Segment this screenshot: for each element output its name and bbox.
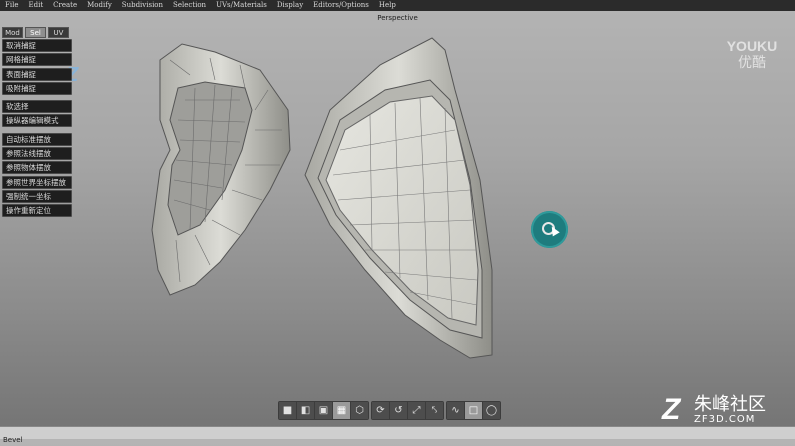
zf-logo-en: ZF3D.COM [694,414,756,425]
zf-logo-cn: 朱峰社区 [694,394,766,415]
reposition-button[interactable]: 操作重新定位 [2,204,72,218]
snap-off-button[interactable]: 取消捕捉 [2,39,72,52]
status-text: Bevel [3,436,23,444]
axis-move-icon[interactable]: ⟳ [372,402,389,419]
grid-snap-button[interactable]: 网格捕捉 [2,53,72,67]
axis-scale-icon[interactable]: ⤢ [408,402,425,419]
viewport-scene[interactable] [0,0,795,438]
magnet-snap-button[interactable]: 吸附捕捉 [2,81,72,95]
cube-highlight-icon[interactable]: ▦ [333,402,350,419]
view-mode-group: ■ ◧ ▣ ▦ ⬡ [278,401,369,420]
tool-panel: Mod Sel UV 取消捕捉 网格捕捉 表面捕捉 吸附捕捉 软选择 操纵器编辑… [2,27,72,219]
axis-universal-icon[interactable]: ⤣ [426,402,443,419]
cube-shaded-icon[interactable]: ▣ [315,402,332,419]
status-bar: Bevel [0,426,795,444]
zf3d-logo: Z 朱峰社区 ZF3D.COM [662,394,766,426]
select-group: ∿ □ ◯ [446,401,501,420]
world-orient-button[interactable]: 参照世界坐标摆放 [2,175,72,189]
left-bracer-mesh[interactable] [151,43,291,296]
force-uniform-button[interactable]: 强制统一坐标 [2,189,72,203]
surface-snap-button[interactable]: 表面捕捉 [2,67,72,81]
normal-orient-button[interactable]: 参照法线摆放 [2,147,72,161]
youku-logo: YOUKU 优酷 [719,38,785,72]
manipulator-edit-button[interactable]: 操纵器编辑模式 [2,114,72,128]
tab-mod[interactable]: Mod [2,27,23,38]
mode-tabs: Mod Sel UV [2,27,72,38]
right-shield-mesh[interactable] [304,37,493,359]
youku-logo-cn: 优酷 [738,55,766,71]
hexagon-icon[interactable]: ⬡ [351,402,368,419]
bottom-toolbar: ■ ◧ ▣ ▦ ⬡ ⟳ ↺ ⤢ ⤣ ∿ □ ◯ [278,401,501,420]
soft-select-button[interactable]: 软选择 [2,100,72,114]
auto-orient-button[interactable]: 自动标准摆放 [2,132,72,146]
cube-front-icon[interactable]: ■ [279,402,296,419]
transform-group: ⟳ ↺ ⤢ ⤣ [371,401,444,420]
axis-rotate-icon[interactable]: ↺ [390,402,407,419]
curve-select-icon[interactable]: ∿ [447,402,464,419]
rect-select-icon[interactable]: □ [465,402,482,419]
zf-logo-text: 朱峰社区 ZF3D.COM [694,395,766,425]
object-orient-button[interactable]: 参照物体摆放 [2,161,72,175]
tab-uv[interactable]: UV [48,27,69,38]
cube-side-icon[interactable]: ◧ [297,402,314,419]
zf-z-logo-icon: Z [662,393,681,426]
lasso-select-icon[interactable]: ◯ [483,402,500,419]
viewport-label: Perspective [377,14,418,22]
tab-sel[interactable]: Sel [25,27,46,38]
